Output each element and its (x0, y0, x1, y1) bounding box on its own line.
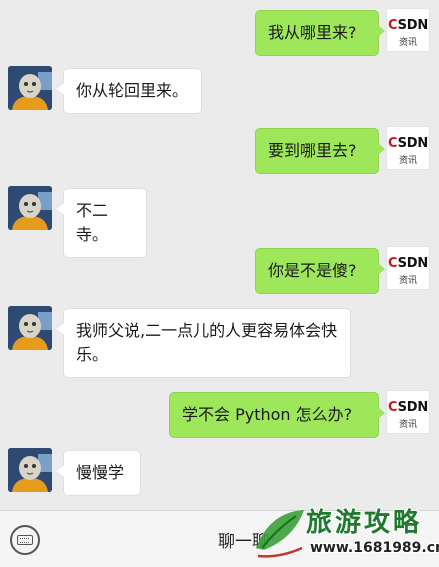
keyboard-icon[interactable] (10, 525, 40, 555)
csdn-avatar[interactable]: CSDN 资讯 (386, 246, 430, 290)
csdn-logo: CSDN (387, 18, 429, 33)
csdn-sub-label: 资讯 (398, 276, 417, 286)
message-text: 不二寺。 (76, 201, 109, 244)
message-bubble-received[interactable]: 不二寺。 (57, 188, 147, 258)
csdn-logo: CSDN (387, 256, 429, 271)
chat-area: 我从哪里来? CSDN 资讯 你从轮回里来。 要到哪里去? CSDN 资讯 不二… (0, 0, 439, 508)
csdn-sub-label: 资讯 (398, 38, 417, 48)
robot-avatar[interactable] (8, 448, 52, 492)
message-bubble-sent[interactable]: 要到哪里去? (255, 128, 385, 174)
robot-avatar[interactable] (8, 186, 52, 230)
csdn-avatar[interactable]: CSDN 资讯 (386, 126, 430, 170)
message-bubble-sent[interactable]: 学不会 Python 怎么办? (169, 392, 385, 438)
message-bubble-sent[interactable]: 我从哪里来? (255, 10, 385, 56)
message-text: 你是不是傻? (268, 261, 357, 280)
csdn-sub-label: 资讯 (398, 420, 417, 430)
message-text: 学不会 Python 怎么办? (182, 405, 353, 424)
robot-avatar[interactable] (8, 306, 52, 350)
message-text: 要到哪里去? (268, 141, 357, 160)
robot-avatar[interactable] (8, 66, 52, 110)
csdn-logo: CSDN (387, 136, 429, 151)
watermark-url: www.1681989.cn (310, 540, 439, 556)
csdn-logo: CSDN (387, 400, 429, 415)
message-bubble-sent[interactable]: 你是不是傻? (255, 248, 385, 294)
message-text: 慢慢学 (76, 463, 125, 482)
watermark-title: 旅游攻略 (306, 508, 423, 538)
watermark: 旅游攻略 www.1681989.cn (250, 498, 439, 566)
leaf-logo-icon (256, 510, 304, 558)
csdn-sub-label: 资讯 (398, 156, 417, 166)
csdn-avatar[interactable]: CSDN 资讯 (386, 8, 430, 52)
message-bubble-received[interactable]: 你从轮回里来。 (57, 68, 202, 114)
message-text: 我师父说,二一点儿的人更容易体会快乐。 (76, 321, 338, 364)
message-bubble-received[interactable]: 慢慢学 (57, 450, 141, 496)
message-bubble-received[interactable]: 我师父说,二一点儿的人更容易体会快乐。 (57, 308, 351, 378)
message-text: 我从哪里来? (268, 23, 357, 42)
message-text: 你从轮回里来。 (76, 81, 189, 100)
csdn-avatar[interactable]: CSDN 资讯 (386, 390, 430, 434)
